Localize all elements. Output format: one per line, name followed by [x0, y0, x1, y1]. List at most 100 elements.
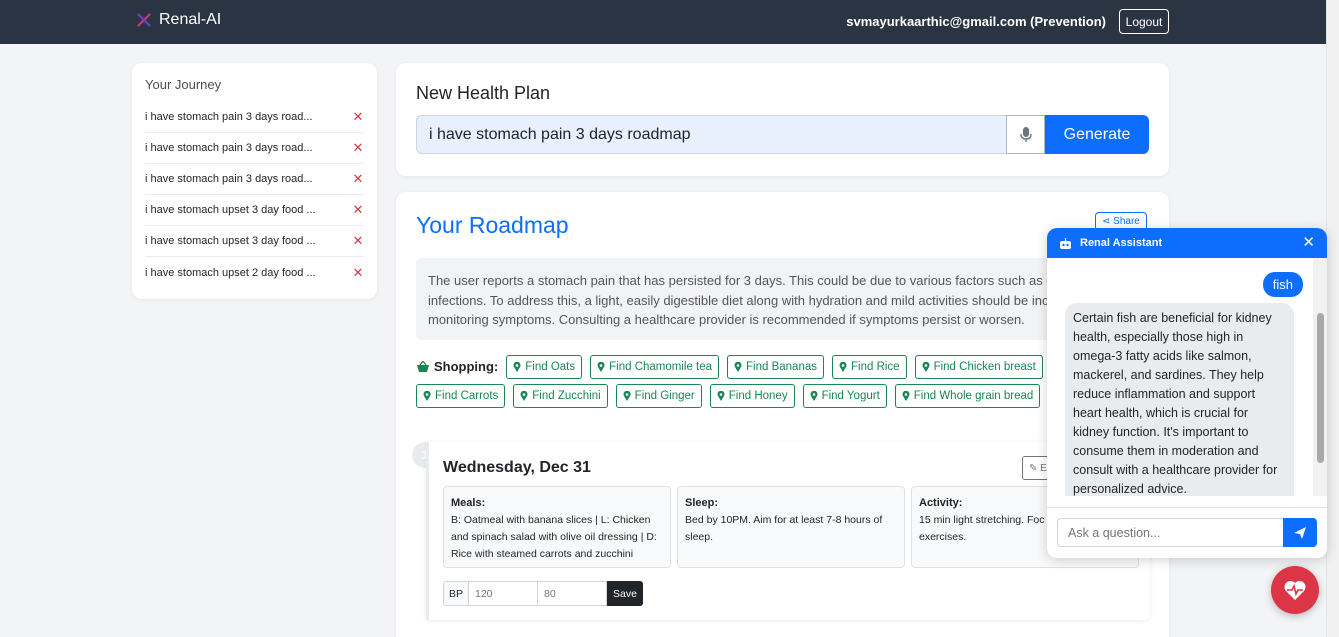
journey-item[interactable]: i have stomach pain 3 days road... ✕	[145, 102, 364, 133]
shopping-item-label: Find Bananas	[746, 360, 817, 373]
delete-icon[interactable]: ✕	[352, 109, 364, 125]
journey-item-label: i have stomach pain 3 days road...	[145, 111, 313, 123]
pencil-icon: ✎	[1029, 462, 1038, 474]
map-pin-icon	[734, 361, 742, 372]
shopping-item-label: Find Chicken breast	[933, 360, 1036, 373]
share-icon: ⋖	[1102, 216, 1111, 227]
shopping-label-text: Shopping:	[434, 359, 499, 374]
send-button[interactable]	[1283, 518, 1317, 547]
day-card: Wednesday, Dec 31 ✎ E Meals: B: Oatmeal …	[426, 442, 1150, 620]
user-email: svmayurkaarthic@gmail.com (Prevention)	[846, 14, 1106, 29]
shopping-item-label: Find Yogurt	[821, 389, 880, 402]
shopping-find-button[interactable]: Find Zucchini	[513, 383, 608, 408]
shopping-item-label: Find Honey	[728, 389, 788, 402]
shopping-label: Shopping:	[416, 359, 498, 374]
chat-footer	[1047, 507, 1327, 558]
robot-icon	[1060, 237, 1071, 249]
journey-item-label: i have stomach upset 3 day food ...	[145, 204, 316, 216]
microphone-icon	[1019, 126, 1032, 142]
close-icon[interactable]: ✕	[1302, 235, 1315, 250]
generate-button[interactable]: Generate	[1045, 115, 1149, 154]
shopping-find-button[interactable]: Find Chamomile tea	[590, 354, 720, 379]
user-message: fish	[1262, 272, 1303, 297]
shopping-find-button[interactable]: Find Rice	[832, 354, 907, 379]
shopping-find-button[interactable]: Find Whole grain bread	[894, 383, 1041, 408]
map-pin-icon	[839, 361, 847, 372]
journey-item[interactable]: i have stomach upset 3 day food ... ✕	[145, 226, 364, 257]
map-pin-icon	[717, 390, 725, 401]
journey-sidebar: Your Journey i have stomach pain 3 days …	[132, 63, 377, 299]
health-fab-button[interactable]	[1271, 566, 1319, 614]
delete-icon[interactable]: ✕	[352, 265, 364, 281]
map-pin-icon	[513, 361, 521, 372]
map-pin-icon	[902, 390, 910, 401]
shopping-find-button[interactable]: Find Oats	[506, 354, 583, 379]
map-pin-icon	[623, 390, 631, 401]
shopping-find-button[interactable]: Find Ginger	[615, 383, 702, 408]
dna-icon	[137, 13, 151, 27]
shopping-item-label: Find Carrots	[435, 389, 499, 402]
top-navbar: Renal-AI svmayurkaarthic@gmail.com (Prev…	[0, 0, 1326, 44]
delete-icon[interactable]: ✕	[352, 233, 364, 249]
journey-item[interactable]: i have stomach pain 3 days road... ✕	[145, 133, 364, 164]
meals-label: Meals:	[451, 497, 486, 509]
shopping-find-button[interactable]: Find Carrots	[416, 383, 506, 408]
shopping-item-label: Find Whole grain bread	[913, 389, 1034, 402]
delete-icon[interactable]: ✕	[352, 140, 364, 156]
shopping-item-label: Find Rice	[851, 360, 900, 373]
bp-label: BP	[443, 581, 469, 606]
journey-item-label: i have stomach upset 2 day food ...	[145, 266, 316, 279]
map-pin-icon	[520, 390, 528, 401]
sleep-box: Sleep: Bed by 10PM. Aim for at least 7-8…	[677, 486, 905, 568]
chat-header: Renal Assistant ✕	[1047, 228, 1327, 258]
map-pin-icon	[810, 390, 818, 401]
shopping-find-button[interactable]: Find Chicken breast	[914, 354, 1043, 379]
journey-item[interactable]: i have stomach upset 2 day food ... ✕	[145, 257, 364, 288]
shopping-item-label: Find Oats	[525, 360, 576, 373]
delete-icon[interactable]: ✕	[352, 202, 364, 218]
meals-box: Meals: B: Oatmeal with banana slices | L…	[443, 486, 671, 568]
logout-button[interactable]: Logout	[1119, 9, 1169, 34]
map-pin-icon	[597, 361, 605, 372]
plan-title: New Health Plan	[416, 83, 551, 103]
shopping-item-label: Find Zucchini	[532, 389, 601, 402]
shopping-find-button[interactable]: Find Honey	[709, 383, 795, 408]
journey-item-label: i have stomach pain 3 days road...	[145, 142, 313, 154]
meals-text: B: Oatmeal with banana slices | L: Chick…	[451, 514, 657, 560]
chat-scroll-thumb[interactable]	[1317, 313, 1324, 463]
plan-input-group: Generate	[416, 115, 1149, 154]
bot-message: Certain fish are beneficial for kidney h…	[1065, 303, 1294, 496]
share-label: Share	[1113, 216, 1140, 227]
roadmap-title: Your Roadmap	[416, 212, 569, 238]
heartbeat-icon	[1284, 580, 1306, 600]
bp-save-button[interactable]: Save	[607, 581, 643, 606]
basket-icon	[417, 360, 429, 372]
journey-item[interactable]: i have stomach upset 3 day food ... ✕	[145, 195, 364, 226]
journey-item-label: i have stomach pain 3 days road...	[145, 173, 313, 185]
microphone-button[interactable]	[1006, 115, 1045, 154]
journey-item[interactable]: i have stomach pain 3 days road... ✕	[145, 164, 364, 195]
journey-item-label: i have stomach upset 3 day food ...	[145, 235, 316, 247]
page-scrollbar[interactable]	[1326, 0, 1339, 637]
map-pin-icon	[922, 361, 930, 372]
new-plan-card: New Health Plan Generate	[396, 63, 1169, 176]
chat-input[interactable]	[1057, 518, 1283, 547]
bp-systolic-input[interactable]	[469, 581, 538, 606]
delete-icon[interactable]: ✕	[352, 171, 364, 187]
sidebar-title: Your Journey	[145, 77, 222, 92]
send-icon	[1294, 526, 1306, 539]
bp-diastolic-input[interactable]	[538, 581, 607, 606]
bp-input-group: BP Save	[443, 581, 643, 606]
shopping-find-button[interactable]: Find Yogurt	[802, 383, 887, 408]
chat-messages: fish Certain fish are beneficial for kid…	[1047, 258, 1327, 496]
day-title: Wednesday, Dec 31	[443, 459, 591, 476]
shopping-find-button[interactable]: Find Bananas	[727, 354, 824, 379]
chat-widget: Renal Assistant ✕ fish Certain fish are …	[1047, 228, 1327, 558]
edit-label: E	[1040, 462, 1047, 474]
sleep-label: Sleep:	[685, 497, 719, 509]
brand-link[interactable]: Renal-AI	[135, 11, 221, 29]
sleep-text: Bed by 10PM. Aim for at least 7-8 hours …	[685, 514, 883, 543]
plan-input[interactable]	[416, 115, 1006, 154]
brand-name: Renal-AI	[159, 11, 222, 28]
shopping-item-label: Find Ginger	[634, 389, 695, 402]
